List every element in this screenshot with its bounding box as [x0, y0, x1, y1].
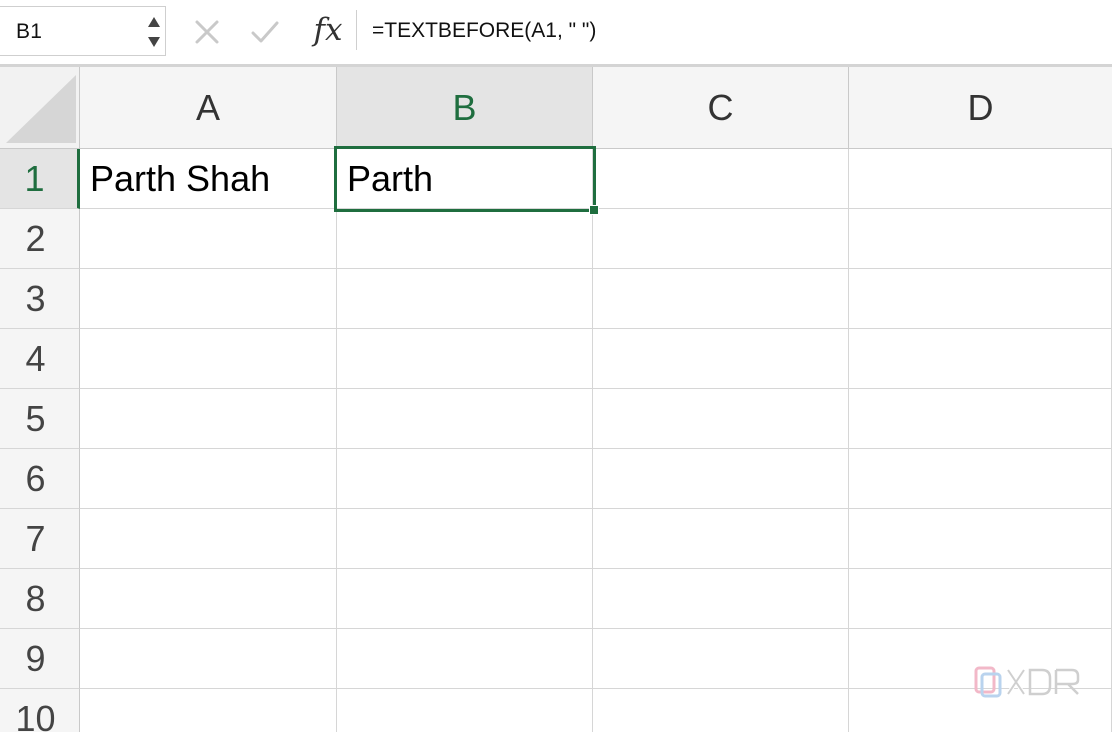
column-header-a[interactable]: A: [80, 67, 337, 149]
cell-d6[interactable]: [849, 449, 1112, 509]
row-header-8[interactable]: 8: [0, 569, 80, 629]
cell-a3[interactable]: [80, 269, 337, 329]
chevron-up-icon[interactable]: [148, 17, 160, 27]
xda-logo: [974, 664, 1084, 700]
cancel-button[interactable]: [191, 16, 223, 48]
cell-c8[interactable]: [593, 569, 849, 629]
cell-b5[interactable]: [337, 389, 593, 449]
cell-b8[interactable]: [337, 569, 593, 629]
row-header-4[interactable]: 4: [0, 329, 80, 389]
cell-a5[interactable]: [80, 389, 337, 449]
cell-a2[interactable]: [80, 209, 337, 269]
cell-c10[interactable]: [593, 689, 849, 732]
row-header-9[interactable]: 9: [0, 629, 80, 689]
cell-a4[interactable]: [80, 329, 337, 389]
column-header-b[interactable]: B: [337, 67, 593, 149]
select-all-triangle-icon: [6, 75, 76, 143]
fill-handle[interactable]: [589, 205, 599, 215]
cell-a6[interactable]: [80, 449, 337, 509]
cell-b9[interactable]: [337, 629, 593, 689]
cell-a8[interactable]: [80, 569, 337, 629]
insert-function-button[interactable]: fx: [306, 8, 350, 52]
row-header-3[interactable]: 3: [0, 269, 80, 329]
cell-a1[interactable]: Parth Shah: [80, 149, 337, 209]
column-header-d[interactable]: D: [849, 67, 1112, 149]
row-header-7[interactable]: 7: [0, 509, 80, 569]
cell-d2[interactable]: [849, 209, 1112, 269]
cell-b2[interactable]: [337, 209, 593, 269]
checkmark-icon: [251, 21, 279, 43]
row-header-10[interactable]: 10: [0, 689, 80, 732]
cell-b3[interactable]: [337, 269, 593, 329]
name-box-stepper[interactable]: [146, 13, 162, 51]
cell-d5[interactable]: [849, 389, 1112, 449]
enter-button[interactable]: [249, 16, 281, 48]
spreadsheet-grid: A B C D 1 2 3 4 5 6 7 8 9 10 Parth Shah …: [0, 67, 1112, 732]
formula-divider: [356, 10, 357, 50]
row-header-5[interactable]: 5: [0, 389, 80, 449]
name-box[interactable]: B1: [0, 6, 166, 56]
cell-b1[interactable]: Parth: [337, 149, 593, 209]
cell-d7[interactable]: [849, 509, 1112, 569]
cell-c2[interactable]: [593, 209, 849, 269]
cell-a7[interactable]: [80, 509, 337, 569]
row-header-2[interactable]: 2: [0, 209, 80, 269]
cell-c1[interactable]: [593, 149, 849, 209]
cell-b10[interactable]: [337, 689, 593, 732]
cell-c7[interactable]: [593, 509, 849, 569]
cell-b7[interactable]: [337, 509, 593, 569]
cell-d3[interactable]: [849, 269, 1112, 329]
formula-bar: B1 fx =TEXTBEFORE(A1, " "): [0, 0, 1112, 64]
row-header-1[interactable]: 1: [0, 149, 80, 209]
row-header-6[interactable]: 6: [0, 449, 80, 509]
cell-d8[interactable]: [849, 569, 1112, 629]
chevron-down-icon[interactable]: [148, 37, 160, 47]
close-icon: [195, 20, 219, 44]
cell-c3[interactable]: [593, 269, 849, 329]
name-box-value[interactable]: B1: [16, 20, 42, 44]
cell-c5[interactable]: [593, 389, 849, 449]
cell-c6[interactable]: [593, 449, 849, 509]
cell-d1[interactable]: [849, 149, 1112, 209]
formula-input[interactable]: =TEXTBEFORE(A1, " "): [372, 19, 596, 43]
cell-b6[interactable]: [337, 449, 593, 509]
cell-a10[interactable]: [80, 689, 337, 732]
column-header-c[interactable]: C: [593, 67, 849, 149]
spreadsheet-app: B1 fx =TEXTBEFORE(A1, " ") A B C D 1 2 3…: [0, 0, 1112, 732]
xda-logo-icon: [974, 666, 1080, 698]
cell-b4[interactable]: [337, 329, 593, 389]
cell-a9[interactable]: [80, 629, 337, 689]
cell-d4[interactable]: [849, 329, 1112, 389]
cell-c9[interactable]: [593, 629, 849, 689]
select-all-button[interactable]: [0, 67, 80, 149]
cell-c4[interactable]: [593, 329, 849, 389]
